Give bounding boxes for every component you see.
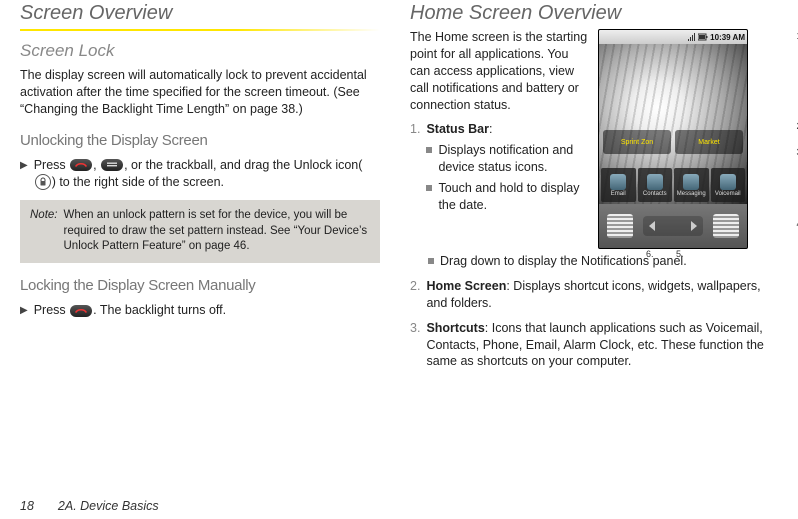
list-colon-1: : [489,122,492,136]
phone-callouts-bottom: 5. 6. [598,249,778,263]
phone-shortcut-row: Email Contacts Messaging Voicemail [601,168,745,202]
screen-lock-intro: The display screen will automatically lo… [20,67,380,118]
app-voicemail: Voicemail [711,168,746,202]
subsection-screen-lock: Screen Lock [20,41,380,61]
title-divider [20,29,380,31]
page-number: 18 [20,499,34,513]
list-label-shortcuts: Shortcuts [426,321,484,335]
note-box: Note: When an unlock pattern is set for … [20,200,380,263]
section-title-screen-overview: Screen Overview [20,2,380,25]
lock-step-text: Press . The backlight turns off. [34,302,380,319]
end-call-key-icon [70,159,92,171]
list-num-2: 2. [410,278,420,312]
end-call-key-icon [70,305,92,317]
step-bullet-icon: ▶ [20,304,28,318]
sub-bullet-icon [428,258,434,264]
list-num-3: 3. [410,320,420,371]
list-label-status-bar: Status Bar [426,122,489,136]
lock-text-2: . The backlight turns off. [93,303,226,317]
phone-app-drawer-icon [643,216,703,236]
phone-status-bar: 10:39 AM [599,30,747,44]
app-email: Email [601,168,636,202]
phone-illustration: 10:39 AM Sprint Zon Market Email Contact… [598,29,778,249]
unlock-step-text: Press , , or the trackball, and drag the… [34,157,380,191]
callout-5: 5. [676,249,684,259]
list-num-1: 1. [410,121,420,217]
section-label: 2A. Device Basics [58,499,159,513]
phone-dialer-grip-icon [607,214,633,238]
menu-key-icon [101,159,123,171]
unlock-text-2: , [93,158,100,172]
note-text: When an unlock pattern is set for the de… [64,208,371,255]
phone-widget-row: Sprint Zon Market [603,130,743,154]
unlock-text-4: ) to the right side of the screen. [52,175,224,189]
status-bar-sub-2: Touch and hold to display the date. [438,180,588,214]
widget-market: Market [675,130,743,154]
unlock-text-1: Press [34,158,69,172]
note-label: Note: [30,208,58,255]
phone-browser-grip-icon [713,214,739,238]
callout-6: 6. [646,249,654,259]
status-bar-sub-1: Displays notification and device status … [438,142,588,176]
list-label-home-screen: Home Screen [426,279,506,293]
page-footer: 18 2A. Device Basics [20,499,159,513]
phone-bottom-bar [599,204,747,248]
app-messaging: Messaging [674,168,709,202]
status-time: 10:39 AM [710,33,745,42]
heading-unlocking: Unlocking the Display Screen [20,132,380,149]
signal-icon [688,33,696,41]
unlock-lock-icon [35,174,51,190]
step-bullet-icon: ▶ [20,159,28,173]
phone-screen: 10:39 AM Sprint Zon Market Email Contact… [598,29,748,249]
widget-sprint-zone: Sprint Zon [603,130,671,154]
heading-locking-manually: Locking the Display Screen Manually [20,277,380,294]
home-overview-intro: The Home screen is the starting point fo… [410,29,588,113]
unlock-text-3: , or the trackball, and drag the Unlock … [124,158,362,172]
sub-bullet-icon [426,185,432,191]
app-contacts: Contacts [638,168,673,202]
sub-bullet-icon [426,147,432,153]
phone-callouts-right: 1. 2. 3. 4. [778,29,798,249]
battery-icon [698,33,708,41]
section-title-home-overview: Home Screen Overview [410,2,778,25]
lock-text-1: Press [34,303,69,317]
